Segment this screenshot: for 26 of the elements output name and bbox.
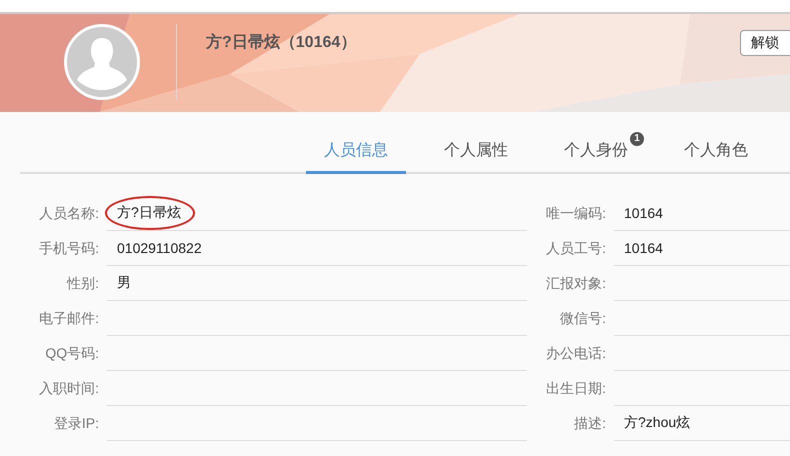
field-value: 方?zhou炫 (614, 406, 790, 441)
count-badge: 1 (630, 132, 644, 146)
field-label: 出生日期: (545, 380, 607, 398)
field-label: 唯一编码: (545, 204, 607, 222)
field-label: 办公电话: (545, 344, 607, 362)
field-value: 方?日帚炫 (107, 196, 527, 231)
person-title: 方?日帚炫（10164） (206, 32, 356, 53)
field-label: 描述: (573, 414, 607, 432)
tab[interactable]: 个人角色 (666, 130, 766, 174)
field-label: 登录IP: (52, 414, 100, 432)
field-value: 10164 (614, 231, 790, 266)
field-label: 汇报对象: (545, 274, 607, 292)
field-label: QQ号码: (44, 344, 100, 362)
tab[interactable]: 个人身份 1 (546, 130, 646, 174)
field-value: 01029110822 (107, 231, 527, 266)
field-label: 人员工号: (545, 240, 607, 258)
field-label: 人员名称: (38, 204, 100, 222)
field-label: 手机号码: (38, 240, 100, 258)
field-label: 性别: (66, 274, 100, 292)
field-value: 10164 (614, 196, 790, 231)
tab[interactable]: 个人属性 (426, 130, 526, 174)
field-label: 微信号: (559, 310, 607, 328)
field-value: 男 (107, 266, 527, 301)
field-label: 电子邮件: (38, 310, 100, 328)
field-label: 入职时间: (38, 380, 100, 398)
unlock-button[interactable]: 解锁 (740, 30, 790, 56)
